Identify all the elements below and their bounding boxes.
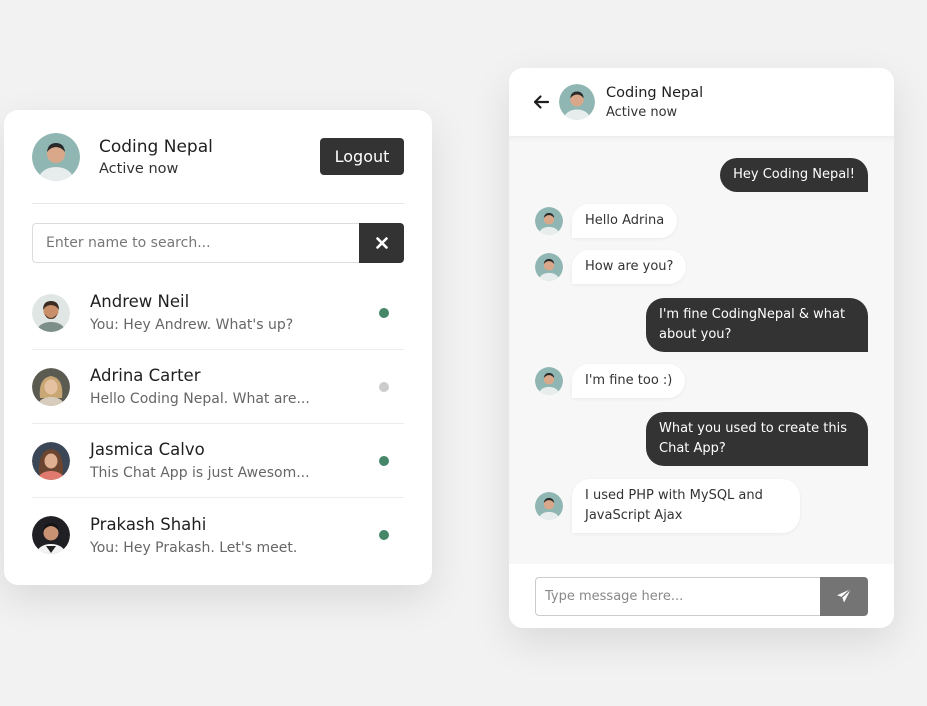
message-bubble: What you used to create this Chat App?	[646, 412, 868, 466]
back-button[interactable]	[532, 93, 550, 111]
user-item-jasmica-calvo[interactable]: Jasmica Calvo This Chat App is just Awes…	[32, 424, 404, 498]
chat-contact-info: Coding Nepal Active now	[606, 85, 703, 120]
users-panel: Coding Nepal Active now Logout Enter nam…	[4, 110, 432, 585]
user-text: Jasmica Calvo This Chat App is just Awes…	[90, 440, 379, 481]
avatar	[32, 293, 70, 332]
avatar	[32, 132, 80, 181]
avatar	[535, 492, 563, 520]
avatar	[535, 207, 563, 235]
users-header: Coding Nepal Active now Logout	[32, 110, 404, 204]
avatar	[559, 84, 595, 120]
search-clear-button[interactable]	[359, 223, 404, 263]
user-name: Adrina Carter	[90, 366, 201, 385]
profile-info: Coding Nepal Active now	[99, 137, 320, 177]
incoming-message: I used PHP with MySQL and JavaScript Aja…	[535, 479, 800, 533]
message-bubble: Hello Adrina	[572, 204, 678, 238]
logout-button[interactable]: Logout	[320, 138, 404, 175]
online-status-dot	[379, 307, 389, 318]
incoming-message: Hello Adrina	[535, 204, 678, 238]
message-bubble: I used PHP with MySQL and JavaScript Aja…	[572, 479, 800, 533]
avatar	[535, 367, 563, 395]
user-name: Andrew Neil	[90, 292, 190, 311]
user-list: Andrew Neil You: Hey Andrew. What's up? …	[32, 276, 404, 572]
outgoing-message: What you used to create this Chat App?	[646, 412, 868, 466]
close-icon	[375, 237, 388, 249]
user-text: Prakash Shahi You: Hey Prakash. Let's me…	[90, 515, 379, 556]
chat-contact-name: Coding Nepal	[606, 84, 704, 101]
send-button[interactable]	[820, 576, 868, 616]
user-item-prakash-shahi[interactable]: Prakash Shahi You: Hey Prakash. Let's me…	[32, 498, 404, 572]
search-input[interactable]	[32, 223, 359, 263]
online-status-dot	[379, 455, 389, 466]
incoming-message: I'm fine too :)	[535, 364, 686, 398]
profile-name: Coding Nepal	[99, 136, 213, 157]
message-input[interactable]	[535, 576, 820, 616]
user-item-andrew-neil[interactable]: Andrew Neil You: Hey Andrew. What's up?	[32, 276, 404, 350]
last-message: You: Hey Prakash. Let's meet.	[90, 539, 298, 556]
offline-status-dot	[379, 381, 389, 392]
outgoing-message: Hey Coding Nepal!	[720, 158, 868, 192]
message-bubble: I'm fine too :)	[572, 364, 686, 398]
last-message: This Chat App is just Awesom...	[90, 465, 310, 481]
user-item-adrina-carter[interactable]: Adrina Carter Hello Coding Nepal. What a…	[32, 350, 404, 424]
user-name: Prakash Shahi	[90, 514, 207, 534]
last-message: Hello Coding Nepal. What are...	[90, 391, 310, 407]
message-bubble: How are you?	[572, 250, 687, 284]
user-text: Andrew Neil You: Hey Andrew. What's up?	[90, 292, 379, 333]
incoming-message: How are you?	[535, 250, 687, 284]
message-bubble: Hey Coding Nepal!	[720, 158, 868, 192]
avatar	[32, 367, 70, 406]
search-bar	[32, 223, 404, 263]
arrow-left-icon	[533, 95, 550, 109]
user-text: Adrina Carter Hello Coding Nepal. What a…	[90, 366, 379, 407]
chat-box[interactable]: Hey Coding Nepal! Hello Adrina How are y…	[509, 136, 894, 564]
chat-panel: Coding Nepal Active now Hey Coding Nepal…	[509, 68, 894, 628]
online-status-dot	[379, 530, 389, 540]
user-name: Jasmica Calvo	[90, 440, 205, 459]
chat-header: Coding Nepal Active now	[509, 68, 894, 136]
avatar	[32, 441, 70, 480]
avatar	[535, 253, 563, 281]
chat-contact-status: Active now	[606, 104, 678, 120]
avatar	[32, 516, 70, 554]
typing-area	[509, 564, 894, 628]
outgoing-message: I'm fine CodingNepal & what about you?	[646, 298, 868, 352]
profile-status: Active now	[99, 160, 179, 177]
message-bubble: I'm fine CodingNepal & what about you?	[646, 298, 868, 352]
paper-plane-icon	[837, 588, 852, 603]
last-message: You: Hey Andrew. What's up?	[90, 317, 294, 333]
